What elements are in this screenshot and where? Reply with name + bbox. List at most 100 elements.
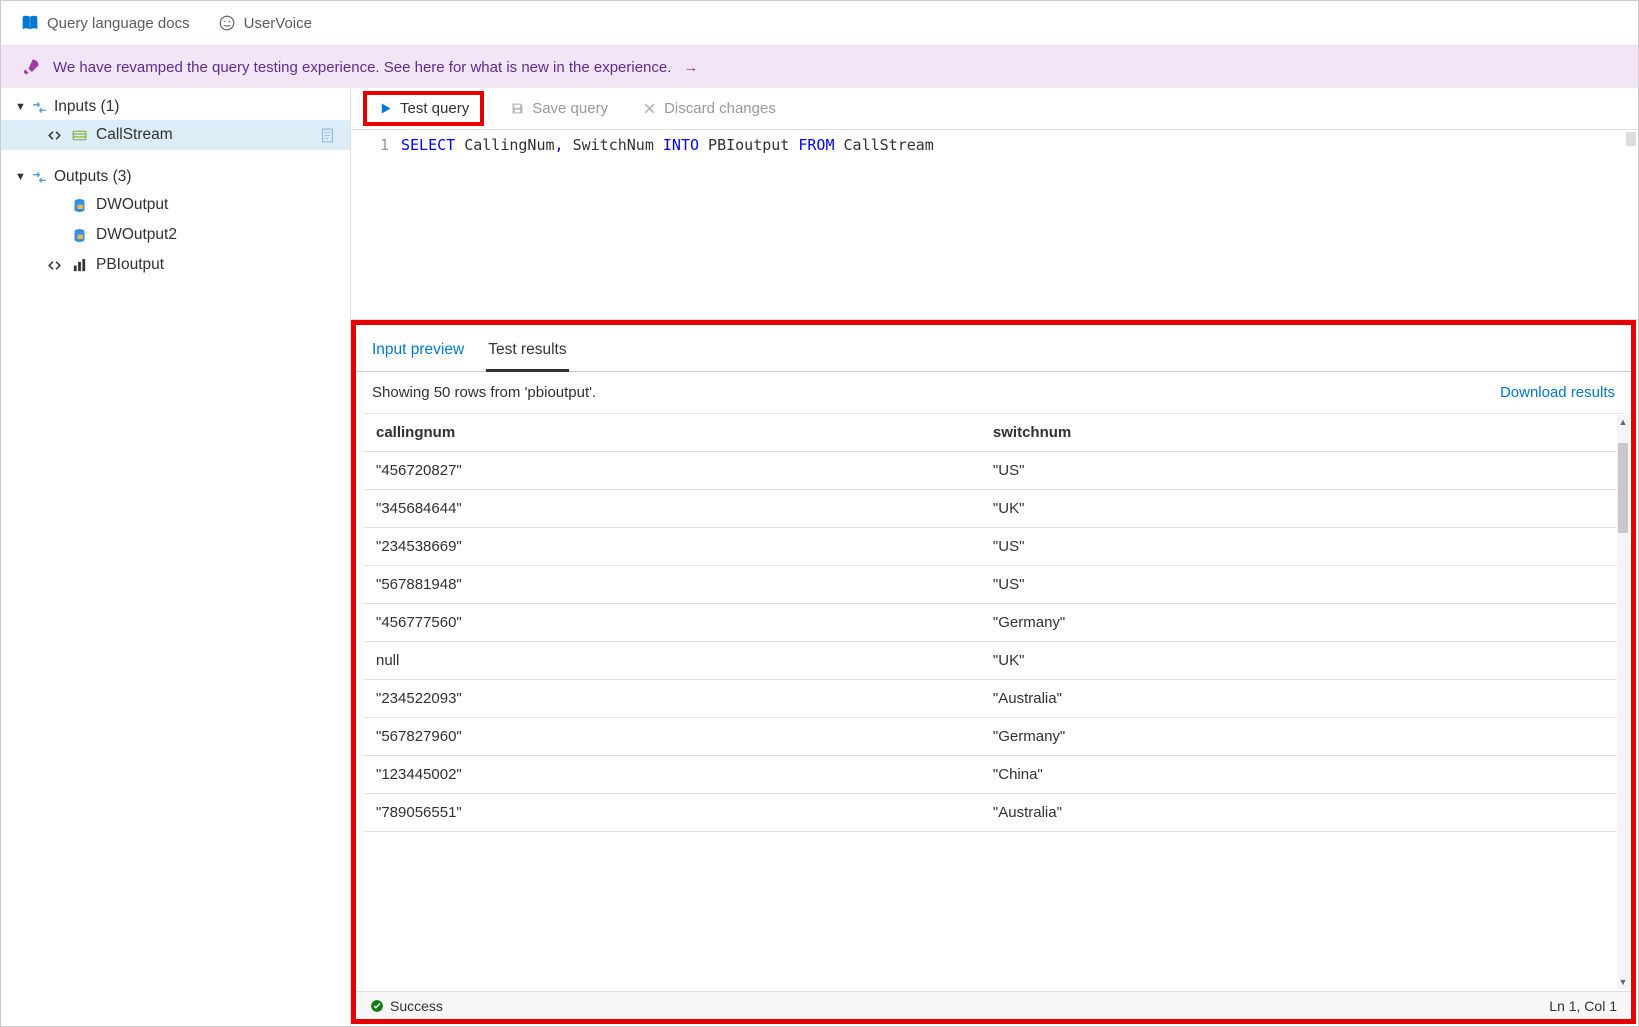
table-row[interactable]: "345684644""UK": [364, 490, 1623, 528]
discard-button[interactable]: Discard changes: [634, 96, 784, 121]
sql-icon: [71, 197, 88, 214]
col-callingnum[interactable]: callingnum: [364, 414, 981, 452]
table-cell: "123445002": [364, 756, 981, 794]
powerbi-icon: [71, 257, 88, 274]
docs-label: Query language docs: [47, 15, 190, 32]
test-query-button[interactable]: Test query: [370, 96, 477, 121]
table-cell: "234538669": [364, 528, 981, 566]
document-icon: [319, 127, 336, 144]
table-row[interactable]: "456720827""US": [364, 452, 1623, 490]
tab-input-preview[interactable]: Input preview: [370, 341, 466, 372]
discard-label: Discard changes: [664, 100, 776, 117]
table-row[interactable]: null"UK": [364, 642, 1623, 680]
query-editor[interactable]: 1 SELECT CallingNum, SwitchNum INTO PBIo…: [351, 130, 1638, 320]
sidebar-output-dwoutput2[interactable]: DWOutput2: [1, 220, 350, 250]
save-icon: [510, 101, 525, 116]
grid-header-row: callingnum switchnum: [364, 414, 1623, 452]
status-text: Success: [390, 998, 443, 1014]
query-docs-link[interactable]: Query language docs: [21, 14, 190, 32]
table-cell: "Germany": [981, 718, 1623, 756]
statusbar: Success Ln 1, Col 1: [356, 991, 1631, 1019]
input-name: CallStream: [96, 126, 173, 144]
results-tabs: Input preview Test results: [356, 325, 1631, 372]
table-cell: "Australia": [981, 680, 1623, 718]
editor-scrollbar[interactable]: [1626, 132, 1636, 146]
table-cell: "US": [981, 566, 1623, 604]
output-group-icon: [31, 169, 48, 186]
cursor-position: Ln 1, Col 1: [1549, 998, 1617, 1014]
test-query-highlight: Test query: [363, 91, 484, 126]
table-cell: "UK": [981, 490, 1623, 528]
table-cell: "Australia": [981, 794, 1623, 832]
scroll-down-icon[interactable]: ▼: [1617, 977, 1629, 987]
stream-icon: [71, 127, 88, 144]
scroll-thumb[interactable]: [1618, 443, 1628, 533]
table-cell: "US": [981, 452, 1623, 490]
table-cell: "UK": [981, 642, 1623, 680]
table-cell: "US": [981, 528, 1623, 566]
content-pane: Test query Save query Discard changes 1 …: [351, 88, 1638, 1026]
code-icon: [46, 257, 63, 274]
play-icon: [378, 101, 393, 116]
results-grid-wrap: callingnum switchnum "456720827""US""345…: [356, 413, 1631, 991]
main-area: ▼ Inputs (1) CallStream ▼ Outputs (3) DW…: [1, 88, 1638, 1026]
table-row[interactable]: "789056551""Australia": [364, 794, 1623, 832]
table-row[interactable]: "234538669""US": [364, 528, 1623, 566]
table-row[interactable]: "123445002""China": [364, 756, 1623, 794]
table-cell: "Germany": [981, 604, 1623, 642]
table-cell: "345684644": [364, 490, 981, 528]
table-cell: "234522093": [364, 680, 981, 718]
close-icon: [642, 101, 657, 116]
results-header: Showing 50 rows from 'pbioutput'. Downlo…: [356, 372, 1631, 413]
tab-test-results[interactable]: Test results: [486, 341, 568, 372]
output-name: PBIoutput: [96, 256, 164, 274]
outputs-label: Outputs (3): [54, 168, 132, 186]
banner-text: We have revamped the query testing exper…: [53, 59, 671, 76]
table-cell: "789056551": [364, 794, 981, 832]
inputs-label: Inputs (1): [54, 98, 119, 116]
sidebar: ▼ Inputs (1) CallStream ▼ Outputs (3) DW…: [1, 88, 351, 1026]
uservoice-link[interactable]: UserVoice: [218, 14, 312, 32]
caret-icon: ▼: [15, 171, 25, 183]
table-cell: "567881948": [364, 566, 981, 604]
results-grid: callingnum switchnum "456720827""US""345…: [364, 413, 1623, 832]
success-icon: [370, 999, 384, 1013]
book-icon: [21, 14, 39, 32]
table-cell: "456720827": [364, 452, 981, 490]
table-cell: "567827960": [364, 718, 981, 756]
col-switchnum[interactable]: switchnum: [981, 414, 1623, 452]
arrow-icon[interactable]: →: [683, 59, 698, 76]
caret-icon: ▼: [15, 101, 25, 113]
sidebar-input-callstream[interactable]: CallStream: [1, 120, 350, 150]
code-line[interactable]: SELECT CallingNum, SwitchNum INTO PBIout…: [401, 130, 934, 319]
table-row[interactable]: "234522093""Australia": [364, 680, 1623, 718]
info-banner: We have revamped the query testing exper…: [1, 46, 1638, 88]
save-query-label: Save query: [532, 100, 608, 117]
output-name: DWOutput2: [96, 226, 177, 244]
output-name: DWOutput: [96, 196, 168, 214]
test-query-label: Test query: [400, 100, 469, 117]
sidebar-output-dwoutput[interactable]: DWOutput: [1, 190, 350, 220]
smile-icon: [218, 14, 236, 32]
outputs-node[interactable]: ▼ Outputs (3): [1, 164, 350, 190]
query-toolbar: Test query Save query Discard changes: [351, 88, 1638, 130]
table-row[interactable]: "567881948""US": [364, 566, 1623, 604]
results-panel: Input preview Test results Showing 50 ro…: [351, 320, 1636, 1024]
sidebar-output-pbioutput[interactable]: PBIoutput: [1, 250, 350, 280]
save-query-button[interactable]: Save query: [502, 96, 616, 121]
sql-icon: [71, 227, 88, 244]
inputs-node[interactable]: ▼ Inputs (1): [1, 94, 350, 120]
top-bar: Query language docs UserVoice: [1, 1, 1638, 46]
results-scrollbar[interactable]: ▲ ▼: [1617, 415, 1629, 989]
uservoice-label: UserVoice: [244, 15, 312, 32]
table-row[interactable]: "456777560""Germany": [364, 604, 1623, 642]
input-group-icon: [31, 99, 48, 116]
table-cell: "456777560": [364, 604, 981, 642]
download-results-link[interactable]: Download results: [1500, 384, 1615, 401]
table-row[interactable]: "567827960""Germany": [364, 718, 1623, 756]
results-summary: Showing 50 rows from 'pbioutput'.: [372, 384, 596, 401]
scroll-up-icon[interactable]: ▲: [1617, 417, 1629, 427]
table-cell: "China": [981, 756, 1623, 794]
line-gutter: 1: [351, 130, 401, 319]
rocket-icon: [21, 57, 41, 77]
